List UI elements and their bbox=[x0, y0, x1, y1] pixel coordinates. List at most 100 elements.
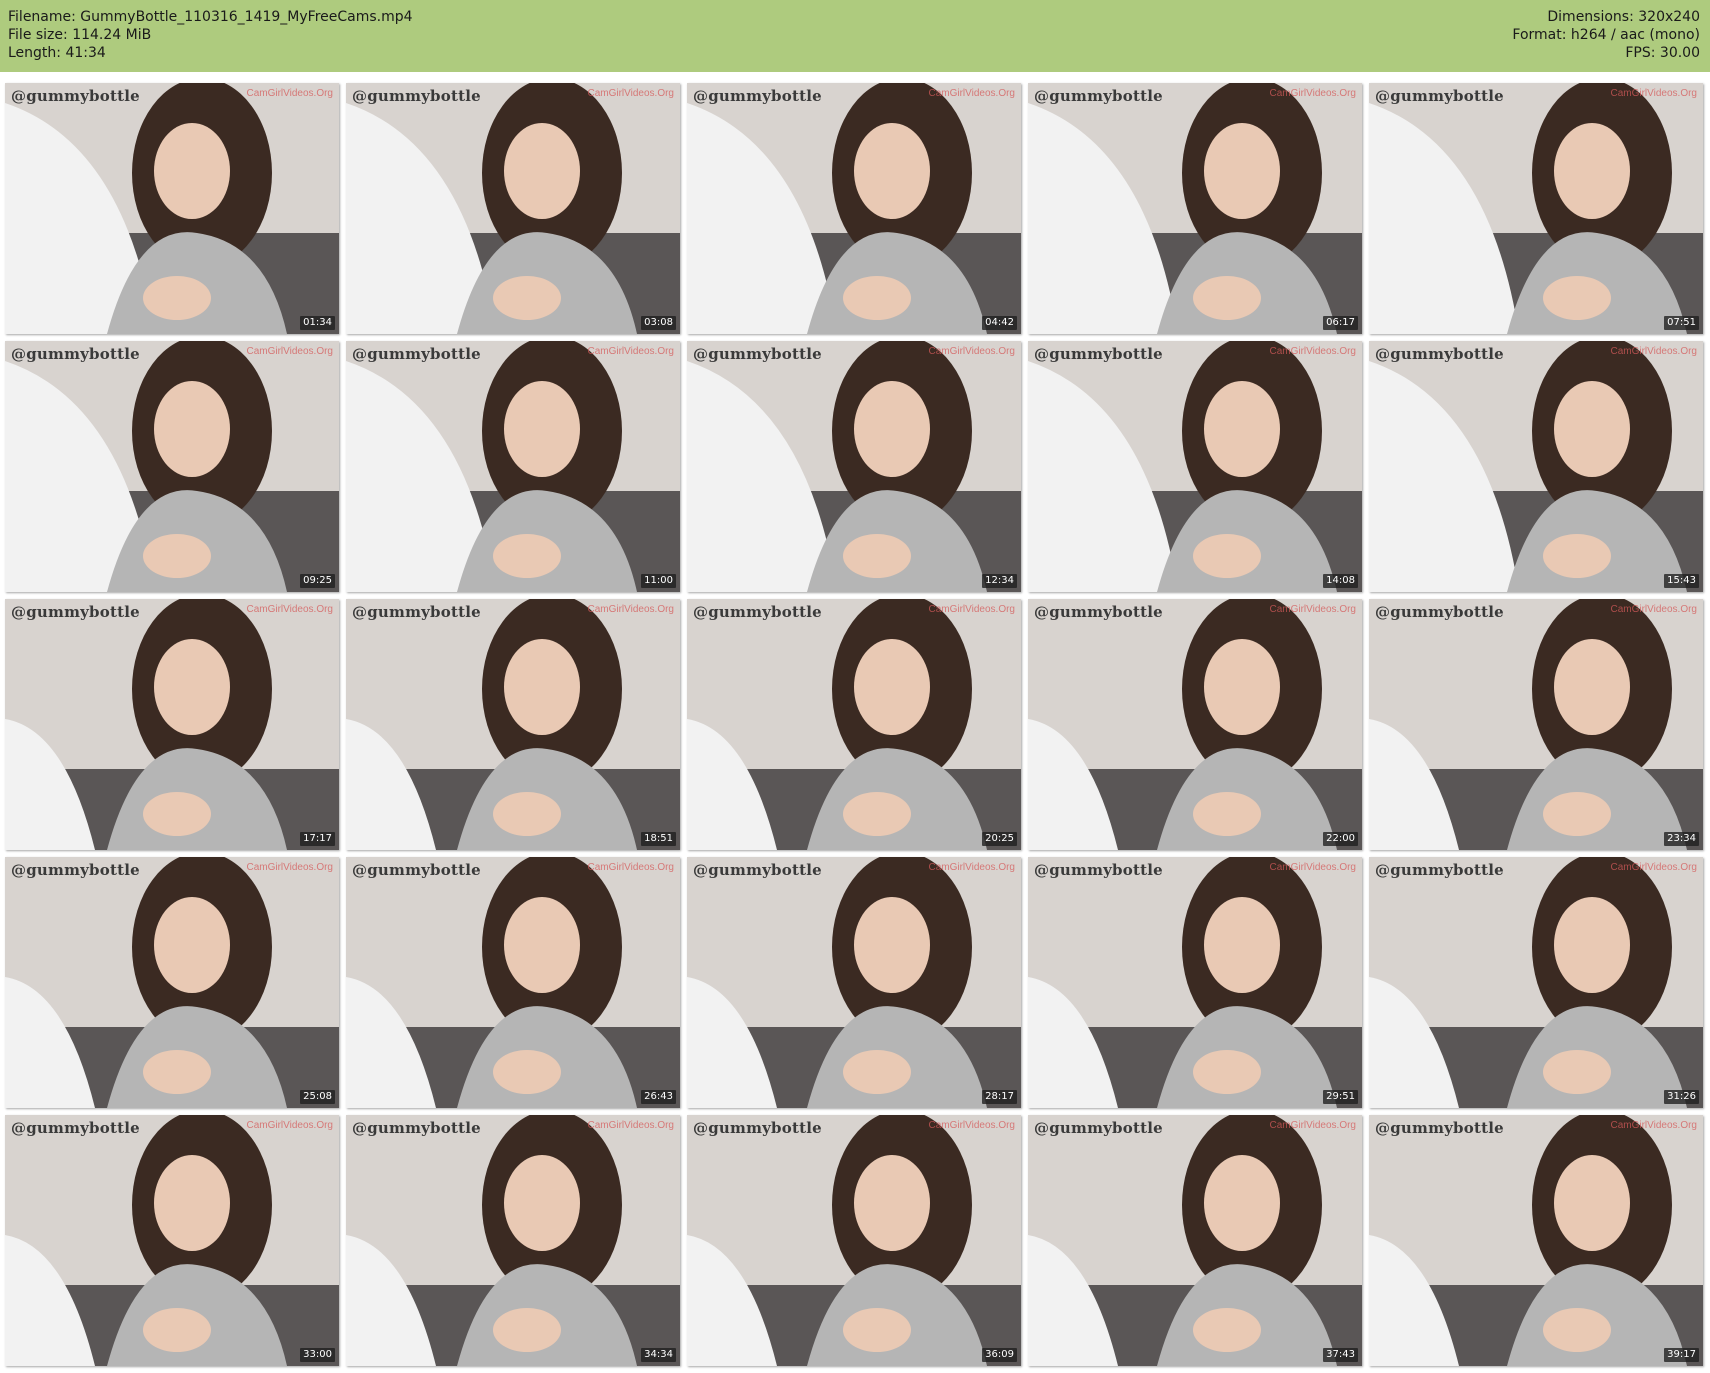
video-thumbnail[interactable]: @gummybottle CamGirlVideos.Org 04:42 bbox=[687, 83, 1021, 334]
video-thumbnail[interactable]: @gummybottle CamGirlVideos.Org 11:00 bbox=[346, 341, 680, 592]
video-thumbnail[interactable]: @gummybottle CamGirlVideos.Org 23:34 bbox=[1369, 599, 1703, 850]
thumbnail-timestamp: 01:34 bbox=[300, 316, 335, 330]
site-watermark: CamGirlVideos.Org bbox=[928, 604, 1015, 615]
thumbnail-timestamp: 33:00 bbox=[300, 1348, 335, 1362]
thumbnail-timestamp: 11:00 bbox=[641, 574, 676, 588]
thumbnail-timestamp: 17:17 bbox=[300, 832, 335, 846]
site-watermark: CamGirlVideos.Org bbox=[1610, 862, 1697, 873]
thumbnail-timestamp: 04:42 bbox=[982, 316, 1017, 330]
channel-watermark: @gummybottle bbox=[352, 1119, 481, 1137]
site-watermark: CamGirlVideos.Org bbox=[246, 862, 333, 873]
video-thumbnail[interactable]: @gummybottle CamGirlVideos.Org 18:51 bbox=[346, 599, 680, 850]
video-thumbnail[interactable]: @gummybottle CamGirlVideos.Org 26:43 bbox=[346, 857, 680, 1108]
frame-image bbox=[1028, 599, 1362, 850]
video-thumbnail[interactable]: @gummybottle CamGirlVideos.Org 33:00 bbox=[5, 1115, 339, 1366]
thumbnail-grid: @gummybottle CamGirlVideos.Org 01:34 @gummy… bbox=[5, 83, 1705, 1366]
thumbnail-timestamp: 26:43 bbox=[641, 1090, 676, 1104]
channel-watermark: @gummybottle bbox=[1375, 603, 1504, 621]
channel-watermark: @gummybottle bbox=[1034, 603, 1163, 621]
site-watermark: CamGirlVideos.Org bbox=[587, 1120, 674, 1131]
frame-image bbox=[346, 1115, 680, 1366]
channel-watermark: @gummybottle bbox=[11, 87, 140, 105]
video-thumbnail[interactable]: @gummybottle CamGirlVideos.Org 28:17 bbox=[687, 857, 1021, 1108]
thumbnail-timestamp: 28:17 bbox=[982, 1090, 1017, 1104]
video-thumbnail[interactable]: @gummybottle CamGirlVideos.Org 06:17 bbox=[1028, 83, 1362, 334]
video-thumbnail[interactable]: @gummybottle CamGirlVideos.Org 17:17 bbox=[5, 599, 339, 850]
channel-watermark: @gummybottle bbox=[11, 345, 140, 363]
video-thumbnail[interactable]: @gummybottle CamGirlVideos.Org 14:08 bbox=[1028, 341, 1362, 592]
frame-image bbox=[687, 1115, 1021, 1366]
video-thumbnail[interactable]: @gummybottle CamGirlVideos.Org 12:34 bbox=[687, 341, 1021, 592]
frame-image bbox=[1369, 83, 1703, 334]
frame-image bbox=[346, 599, 680, 850]
frame-image bbox=[687, 83, 1021, 334]
thumbnail-timestamp: 09:25 bbox=[300, 574, 335, 588]
filesize-text: File size: 114.24 MiB bbox=[8, 27, 152, 43]
video-thumbnail[interactable]: @gummybottle CamGirlVideos.Org 29:51 bbox=[1028, 857, 1362, 1108]
site-watermark: CamGirlVideos.Org bbox=[1610, 88, 1697, 99]
fps-text: FPS: 30.00 bbox=[1625, 45, 1700, 61]
channel-watermark: @gummybottle bbox=[1034, 345, 1163, 363]
site-watermark: CamGirlVideos.Org bbox=[587, 604, 674, 615]
frame-image bbox=[346, 857, 680, 1108]
video-thumbnail[interactable]: @gummybottle CamGirlVideos.Org 25:08 bbox=[5, 857, 339, 1108]
frame-image bbox=[1028, 1115, 1362, 1366]
video-thumbnail[interactable]: @gummybottle CamGirlVideos.Org 34:34 bbox=[346, 1115, 680, 1366]
video-thumbnail[interactable]: @gummybottle CamGirlVideos.Org 07:51 bbox=[1369, 83, 1703, 334]
site-watermark: CamGirlVideos.Org bbox=[928, 88, 1015, 99]
frame-image bbox=[5, 1115, 339, 1366]
channel-watermark: @gummybottle bbox=[693, 1119, 822, 1137]
channel-watermark: @gummybottle bbox=[352, 861, 481, 879]
site-watermark: CamGirlVideos.Org bbox=[1610, 1120, 1697, 1131]
video-thumbnail[interactable]: @gummybottle CamGirlVideos.Org 01:34 bbox=[5, 83, 339, 334]
thumbnail-timestamp: 18:51 bbox=[641, 832, 676, 846]
channel-watermark: @gummybottle bbox=[693, 87, 822, 105]
channel-watermark: @gummybottle bbox=[1375, 345, 1504, 363]
thumbnail-timestamp: 39:17 bbox=[1664, 1348, 1699, 1362]
channel-watermark: @gummybottle bbox=[11, 603, 140, 621]
thumbnail-timestamp: 20:25 bbox=[982, 832, 1017, 846]
frame-image bbox=[5, 599, 339, 850]
site-watermark: CamGirlVideos.Org bbox=[246, 88, 333, 99]
frame-image bbox=[1369, 1115, 1703, 1366]
site-watermark: CamGirlVideos.Org bbox=[587, 862, 674, 873]
video-thumbnail[interactable]: @gummybottle CamGirlVideos.Org 22:00 bbox=[1028, 599, 1362, 850]
frame-image bbox=[687, 341, 1021, 592]
channel-watermark: @gummybottle bbox=[693, 603, 822, 621]
site-watermark: CamGirlVideos.Org bbox=[587, 346, 674, 357]
video-thumbnail[interactable]: @gummybottle CamGirlVideos.Org 15:43 bbox=[1369, 341, 1703, 592]
frame-image bbox=[346, 83, 680, 334]
site-watermark: CamGirlVideos.Org bbox=[1269, 88, 1356, 99]
channel-watermark: @gummybottle bbox=[1375, 87, 1504, 105]
frame-image bbox=[1369, 857, 1703, 1108]
frame-image bbox=[1028, 857, 1362, 1108]
video-thumbnail[interactable]: @gummybottle CamGirlVideos.Org 31:26 bbox=[1369, 857, 1703, 1108]
dimensions-text: Dimensions: 320x240 bbox=[1547, 9, 1700, 25]
channel-watermark: @gummybottle bbox=[352, 345, 481, 363]
video-thumbnail[interactable]: @gummybottle CamGirlVideos.Org 39:17 bbox=[1369, 1115, 1703, 1366]
thumbnail-timestamp: 29:51 bbox=[1323, 1090, 1358, 1104]
thumbnail-timestamp: 23:34 bbox=[1664, 832, 1699, 846]
frame-image bbox=[5, 857, 339, 1108]
channel-watermark: @gummybottle bbox=[1375, 1119, 1504, 1137]
length-text: Length: 41:34 bbox=[8, 45, 106, 61]
channel-watermark: @gummybottle bbox=[352, 87, 481, 105]
frame-image bbox=[687, 857, 1021, 1108]
channel-watermark: @gummybottle bbox=[1034, 1119, 1163, 1137]
site-watermark: CamGirlVideos.Org bbox=[246, 1120, 333, 1131]
thumbnail-timestamp: 12:34 bbox=[982, 574, 1017, 588]
video-thumbnail[interactable]: @gummybottle CamGirlVideos.Org 36:09 bbox=[687, 1115, 1021, 1366]
video-thumbnail[interactable]: @gummybottle CamGirlVideos.Org 37:43 bbox=[1028, 1115, 1362, 1366]
site-watermark: CamGirlVideos.Org bbox=[246, 604, 333, 615]
video-thumbnail[interactable]: @gummybottle CamGirlVideos.Org 03:08 bbox=[346, 83, 680, 334]
video-thumbnail[interactable]: @gummybottle CamGirlVideos.Org 09:25 bbox=[5, 341, 339, 592]
frame-image bbox=[346, 341, 680, 592]
filename-text: Filename: GummyBottle_110316_1419_MyFree… bbox=[8, 9, 413, 25]
site-watermark: CamGirlVideos.Org bbox=[246, 346, 333, 357]
channel-watermark: @gummybottle bbox=[1034, 87, 1163, 105]
site-watermark: CamGirlVideos.Org bbox=[1269, 346, 1356, 357]
frame-image bbox=[5, 83, 339, 334]
site-watermark: CamGirlVideos.Org bbox=[928, 1120, 1015, 1131]
video-thumbnail[interactable]: @gummybottle CamGirlVideos.Org 20:25 bbox=[687, 599, 1021, 850]
file-info-right: Dimensions: 320x240 Format: h264 / aac (… bbox=[1512, 8, 1700, 62]
